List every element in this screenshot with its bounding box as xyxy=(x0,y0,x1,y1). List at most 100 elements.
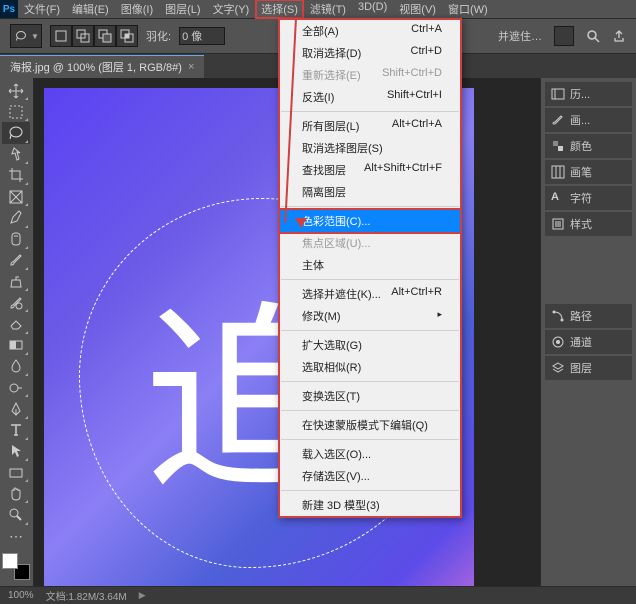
eraser-tool[interactable] xyxy=(2,313,30,334)
selection-mode-group xyxy=(50,25,138,47)
panel-画笔[interactable]: 画笔 xyxy=(545,160,632,184)
panel-label: 路径 xyxy=(570,308,592,324)
tool-preset-picker[interactable]: ▼ xyxy=(10,24,42,48)
panel-label: 历... xyxy=(570,86,590,102)
menu-item[interactable]: 存储选区(V)... xyxy=(280,465,460,487)
select-menu-dropdown: 全部(A)Ctrl+A取消选择(D)Ctrl+D重新选择(E)Shift+Ctr… xyxy=(278,18,462,518)
panel-icon xyxy=(551,139,565,153)
menu-3d[interactable]: 3D(D) xyxy=(352,0,393,19)
crop-tool[interactable] xyxy=(2,165,30,186)
menu-item[interactable]: 在快速蒙版模式下编辑(Q) xyxy=(280,414,460,436)
selection-intersect[interactable] xyxy=(116,25,138,47)
menu-item[interactable]: 全部(A)Ctrl+A xyxy=(280,20,460,42)
workspace-switcher[interactable] xyxy=(554,26,574,46)
menu-编辑[interactable]: 编辑(E) xyxy=(66,0,115,19)
menu-item[interactable]: 选择并遮住(K)...Alt+Ctrl+R xyxy=(280,283,460,305)
tools-panel: ⋯ xyxy=(0,78,34,586)
selection-new[interactable] xyxy=(50,25,72,47)
document-tab-title: 海报.jpg @ 100% (图层 1, RGB/8#) xyxy=(10,59,182,75)
menu-separator xyxy=(281,111,459,112)
menu-图像[interactable]: 图像(I) xyxy=(115,0,159,19)
clone-stamp-tool[interactable] xyxy=(2,271,30,292)
panel-icon xyxy=(551,335,565,349)
menu-item[interactable]: 选取相似(R) xyxy=(280,356,460,378)
annotation-arrow-head xyxy=(295,218,307,228)
panel-label: 样式 xyxy=(570,216,592,232)
panel-路径[interactable]: 路径 xyxy=(545,304,632,328)
lasso-tool[interactable] xyxy=(2,122,30,143)
menu-窗口[interactable]: 窗口(W) xyxy=(442,0,494,19)
document-tab[interactable]: 海报.jpg @ 100% (图层 1, RGB/8#) × xyxy=(0,55,204,78)
doc-info[interactable]: 文档:1.82M/3.64M xyxy=(46,588,127,603)
brush-tool[interactable] xyxy=(2,250,30,271)
menu-item[interactable]: 扩大选取(G) xyxy=(280,334,460,356)
app-logo[interactable]: Ps xyxy=(0,0,18,18)
foreground-color[interactable] xyxy=(2,553,18,569)
panel-字符[interactable]: A字符 xyxy=(545,186,632,210)
panel-icon xyxy=(551,217,565,231)
eyedropper-tool[interactable] xyxy=(2,207,30,228)
panel-画...[interactable]: 画... xyxy=(545,108,632,132)
edit-toolbar[interactable]: ⋯ xyxy=(2,526,30,547)
color-swatch[interactable] xyxy=(2,553,30,580)
menu-滤镜[interactable]: 滤镜(T) xyxy=(304,0,352,19)
menubar: Ps 文件(F)编辑(E)图像(I)图层(L)文字(Y)选择(S)滤镜(T)3D… xyxy=(0,0,636,18)
frame-tool[interactable] xyxy=(2,186,30,207)
quick-select-tool[interactable] xyxy=(2,144,30,165)
menu-item[interactable]: 查找图层Alt+Shift+Ctrl+F xyxy=(280,159,460,181)
panel-颜色[interactable]: 颜色 xyxy=(545,134,632,158)
search-icon[interactable] xyxy=(586,29,600,43)
chevron-right-icon[interactable]: ▶ xyxy=(139,590,146,601)
menu-item: 重新选择(E)Shift+Ctrl+D xyxy=(280,64,460,86)
menu-item[interactable]: 载入选区(O)... xyxy=(280,443,460,465)
hand-tool[interactable] xyxy=(2,483,30,504)
panel-icon xyxy=(551,361,565,375)
lasso-icon xyxy=(13,30,29,42)
close-icon[interactable]: × xyxy=(188,61,194,73)
panel-通道[interactable]: 通道 xyxy=(545,330,632,354)
menu-item[interactable]: 隔离图层 xyxy=(280,181,460,203)
panel-icon: A xyxy=(551,191,565,205)
marquee-tool[interactable] xyxy=(2,101,30,122)
feather-input[interactable] xyxy=(179,27,225,45)
menu-选择[interactable]: 选择(S) xyxy=(255,0,304,19)
history-brush-tool[interactable] xyxy=(2,292,30,313)
panel-label: 画... xyxy=(570,112,590,128)
healing-brush-tool[interactable] xyxy=(2,229,30,250)
menu-separator xyxy=(281,330,459,331)
menu-item[interactable]: 取消选择(D)Ctrl+D xyxy=(280,42,460,64)
pen-tool[interactable] xyxy=(2,398,30,419)
menu-separator xyxy=(281,439,459,440)
gradient-tool[interactable] xyxy=(2,335,30,356)
menu-item[interactable]: 主体 xyxy=(280,254,460,276)
menu-item: 焦点区域(U)... xyxy=(280,232,460,254)
panel-图层[interactable]: 图层 xyxy=(545,356,632,380)
blur-tool[interactable] xyxy=(2,356,30,377)
menu-item[interactable]: 新建 3D 模型(3) xyxy=(280,494,460,516)
panel-label: 图层 xyxy=(570,360,592,376)
panel-历...[interactable]: 历... xyxy=(545,82,632,106)
feather-label: 羽化: xyxy=(146,28,171,44)
type-tool[interactable] xyxy=(2,420,30,441)
menu-文件[interactable]: 文件(F) xyxy=(18,0,66,19)
dodge-tool[interactable] xyxy=(2,377,30,398)
menu-item[interactable]: 取消选择图层(S) xyxy=(280,137,460,159)
menu-图层[interactable]: 图层(L) xyxy=(159,0,206,19)
share-icon[interactable] xyxy=(612,29,626,43)
panel-样式[interactable]: 样式 xyxy=(545,212,632,236)
menu-视图[interactable]: 视图(V) xyxy=(393,0,442,19)
menu-item[interactable]: 变换选区(T) xyxy=(280,385,460,407)
select-and-mask[interactable]: 并遮住… xyxy=(498,28,542,44)
selection-subtract[interactable] xyxy=(94,25,116,47)
panel-label: 通道 xyxy=(570,334,592,350)
zoom-level[interactable]: 100% xyxy=(8,590,34,601)
rectangle-tool[interactable] xyxy=(2,462,30,483)
zoom-tool[interactable] xyxy=(2,504,30,525)
selection-add[interactable] xyxy=(72,25,94,47)
menu-文字[interactable]: 文字(Y) xyxy=(207,0,256,19)
move-tool[interactable] xyxy=(2,80,30,101)
menu-item[interactable]: 修改(M) xyxy=(280,305,460,327)
menu-item[interactable]: 所有图层(L)Alt+Ctrl+A xyxy=(280,115,460,137)
path-select-tool[interactable] xyxy=(2,441,30,462)
menu-item[interactable]: 反选(I)Shift+Ctrl+I xyxy=(280,86,460,108)
